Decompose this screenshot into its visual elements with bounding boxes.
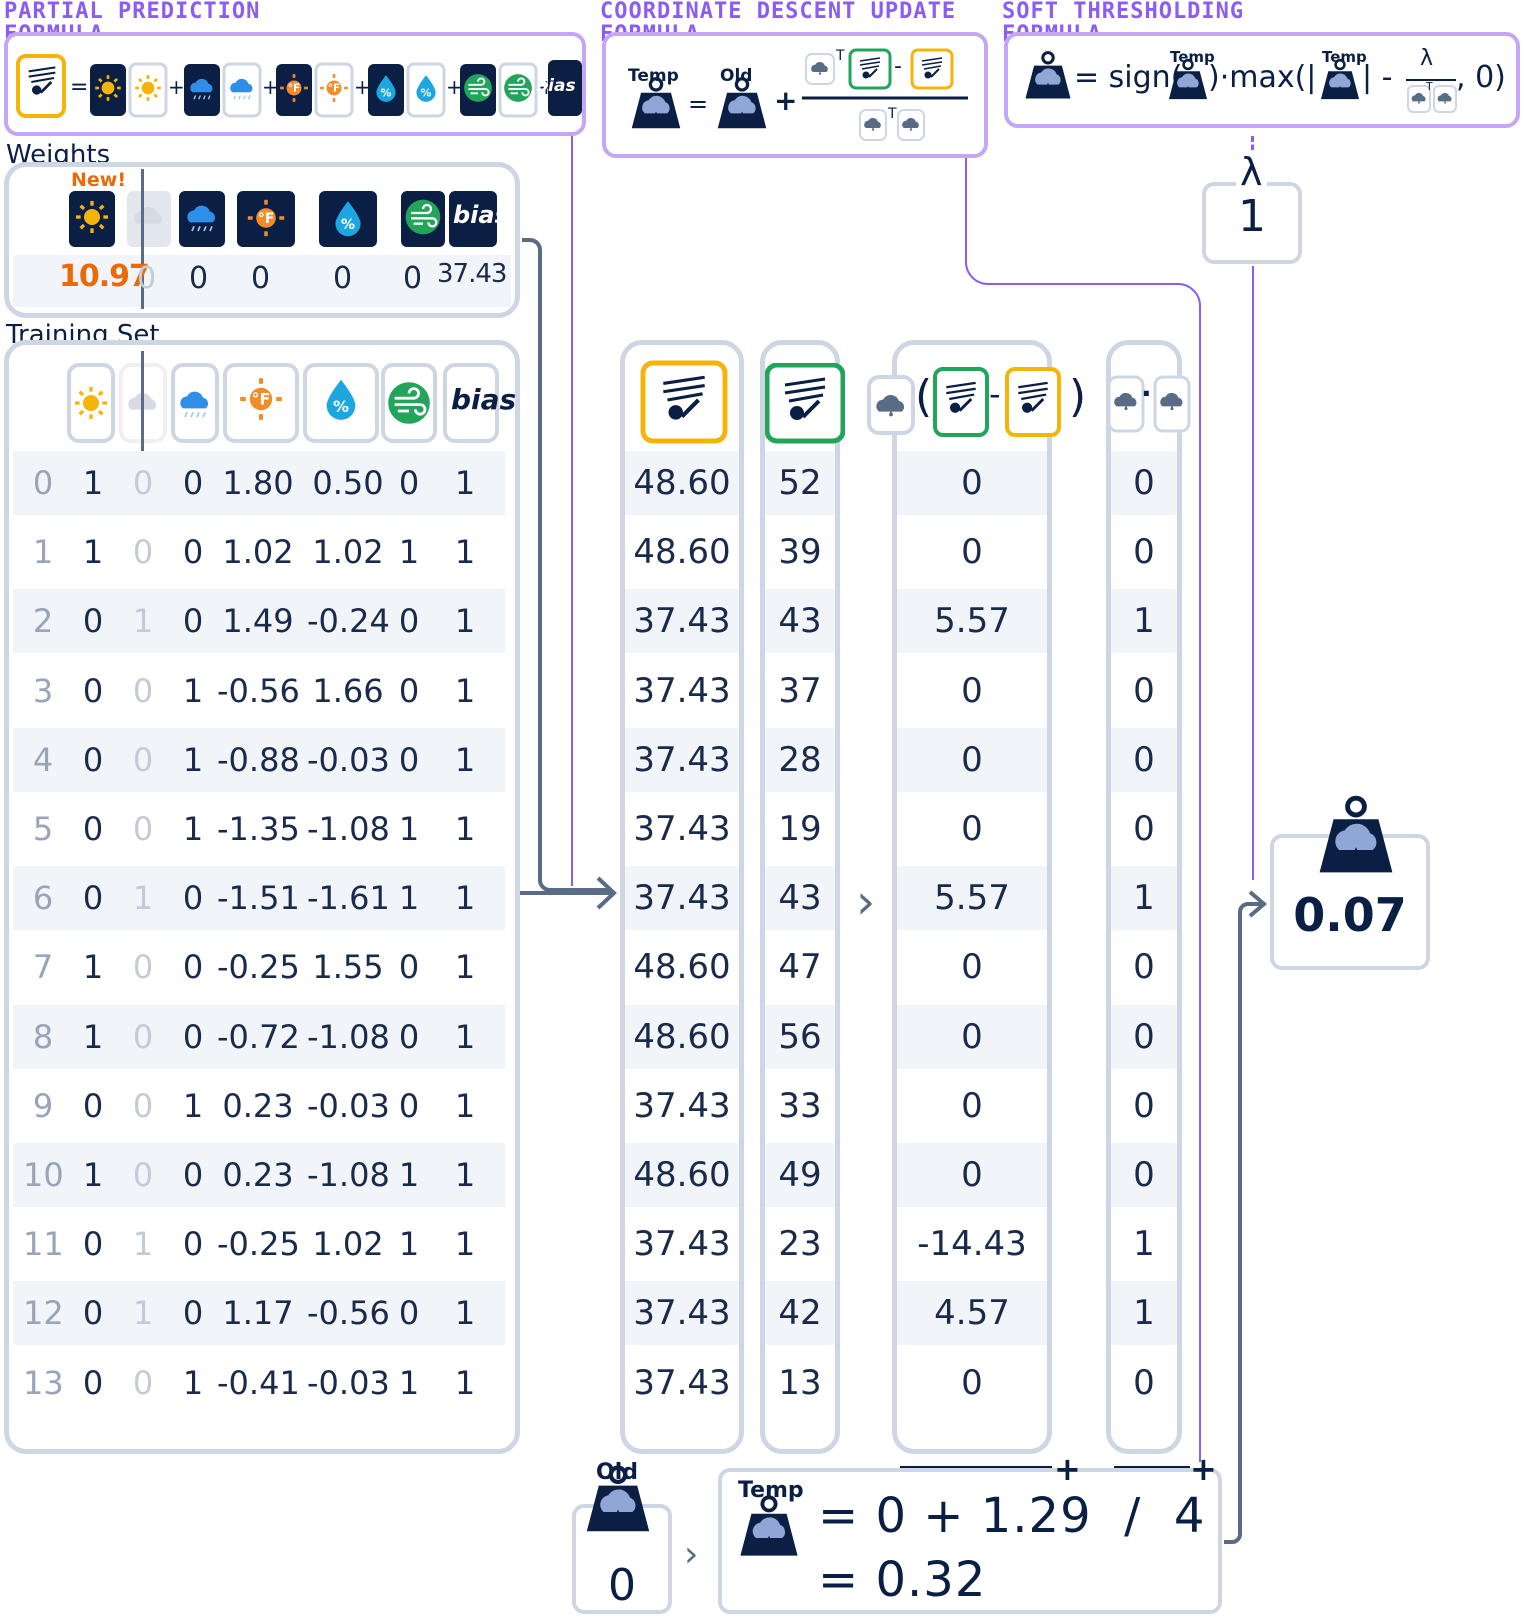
temp-line1: = 0 + 1.29 / 4 bbox=[818, 1488, 1206, 1544]
old-value: 0 bbox=[608, 1560, 636, 1611]
old-label: Old bbox=[596, 1460, 638, 1485]
temp-line2: = 0.32 bbox=[818, 1552, 987, 1608]
result-box: 0.07 bbox=[1270, 834, 1430, 970]
connector-lines bbox=[520, 136, 1268, 1544]
result-weight-icon bbox=[1314, 794, 1398, 878]
result-value: 0.07 bbox=[1293, 888, 1407, 942]
temp-plus-2: + bbox=[1190, 1450, 1217, 1488]
temp-plus-1: + bbox=[1054, 1450, 1081, 1488]
temp-label: Temp bbox=[738, 1478, 804, 1503]
old-chevron: › bbox=[684, 1534, 699, 1575]
temp-box: Temp = 0 + 1.29 / 4 = 0.32 bbox=[718, 1468, 1222, 1614]
